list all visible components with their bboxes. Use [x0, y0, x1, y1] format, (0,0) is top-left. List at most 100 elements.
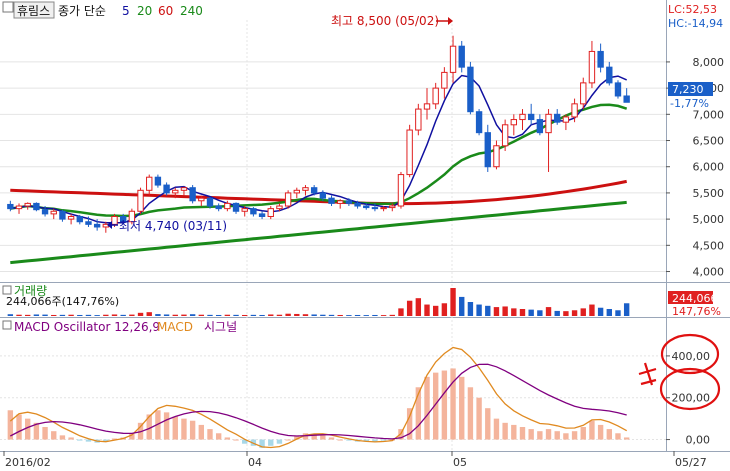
- candle-body: [284, 192, 292, 207]
- candle-body: [24, 202, 31, 207]
- candle-body: [441, 71, 448, 89]
- volume-bar: [163, 314, 170, 316]
- volume-collapse-icon[interactable]: [2, 285, 12, 295]
- candle-body: [397, 174, 405, 207]
- ma-period-60: 60: [158, 4, 173, 18]
- candle-body: [536, 119, 544, 134]
- candle-body: [519, 113, 526, 121]
- stock-name[interactable]: 휴림스: [17, 4, 50, 18]
- candle-body: [224, 202, 231, 210]
- volume-bar: [42, 314, 48, 316]
- volume-current-pct: 147,76%: [672, 305, 721, 318]
- macd-osc-bar: [181, 418, 187, 440]
- x-tick-label: 04: [248, 456, 262, 469]
- candle-body: [345, 200, 353, 204]
- candle-body: [154, 176, 162, 186]
- volume-bar: [7, 314, 14, 316]
- stock-chart[interactable]: 8,0007,5007,0006,5006,0005,5005,0004,500…: [0, 0, 730, 471]
- volume-bar: [189, 314, 196, 316]
- volume-bar: [111, 314, 118, 316]
- macd-osc-bar: [597, 424, 604, 440]
- macd-osc-bar: [51, 431, 57, 440]
- candle-body: [484, 132, 491, 168]
- low-annotation: 최저 4,740 (03/11): [107, 219, 227, 233]
- candle-body: [580, 82, 587, 105]
- volume-bar: [320, 314, 326, 316]
- candle-body: [267, 208, 274, 217]
- volume-bar: [233, 314, 239, 316]
- volume-bar: [623, 303, 630, 316]
- candle-body: [389, 205, 396, 209]
- macd-osc-bar: [198, 424, 205, 440]
- candle-body: [475, 111, 483, 134]
- candle-body: [232, 202, 240, 212]
- macd-osc-bar: [537, 431, 543, 440]
- volume-bar: [380, 315, 387, 316]
- candle-body: [180, 187, 188, 191]
- collapse-toggle-icon[interactable]: [2, 1, 14, 13]
- volume-summary: 244,066주(147,76%): [6, 295, 119, 308]
- candle-body: [293, 189, 300, 194]
- price-tick-label: 5,000: [693, 213, 725, 226]
- macd-osc-bar: [163, 412, 170, 440]
- volume-bar: [25, 314, 31, 316]
- macd-osc-bar: [528, 429, 534, 440]
- volume-bar: [589, 304, 595, 316]
- volume-bar: [467, 302, 474, 316]
- x-tick-label: 2016/02: [5, 456, 51, 469]
- candle-body: [562, 116, 570, 123]
- volume-bar: [406, 300, 413, 316]
- volume-bar: [215, 314, 222, 316]
- lc-value: LC:52,53: [668, 3, 717, 16]
- candle-body: [206, 197, 214, 207]
- price-tick-label: 5,500: [693, 187, 725, 200]
- candle-body: [137, 189, 144, 212]
- volume-bar: [615, 310, 621, 316]
- candle-body: [406, 129, 413, 176]
- volume-bar: [328, 314, 335, 316]
- change-percent: -1,77%: [670, 97, 709, 110]
- ma-period-5: 5: [122, 4, 130, 18]
- candle-body: [310, 187, 318, 194]
- candle-body: [85, 221, 92, 225]
- macd-osc-bar: [16, 414, 22, 440]
- volume-bar: [146, 312, 152, 316]
- candle-body: [276, 205, 283, 210]
- volume-bar: [242, 314, 248, 316]
- macd-osc-bar: [571, 431, 578, 440]
- x-tick-label: 05: [453, 456, 467, 469]
- candle-body: [415, 108, 422, 131]
- volume-bar: [354, 314, 361, 316]
- macd-osc-bar: [276, 439, 283, 444]
- macd-collapse-icon[interactable]: [2, 320, 12, 330]
- volume-bar: [94, 315, 100, 316]
- macd-osc-bar: [59, 435, 66, 440]
- hc-value: HC:-14,94: [668, 17, 723, 30]
- macd-osc-bar: [42, 427, 48, 440]
- volume-bar: [346, 315, 352, 316]
- volume-bar: [155, 314, 161, 316]
- candle-body: [41, 209, 49, 215]
- volume-bar: [224, 314, 231, 316]
- ma-period-20: 20: [137, 4, 152, 18]
- volume-bar: [285, 313, 291, 316]
- candle-body: [337, 200, 344, 204]
- x-tick-label: 05/27: [675, 456, 707, 469]
- volume-bar: [129, 314, 135, 316]
- macd-osc-bar: [207, 429, 213, 440]
- macd-osc-bar: [554, 431, 560, 440]
- price-tick-label: 8,000: [693, 56, 725, 69]
- candle-body: [302, 187, 309, 191]
- volume-bar: [424, 304, 430, 316]
- volume-bar: [337, 314, 343, 316]
- volume-bar: [441, 303, 448, 316]
- macd-osc-bar: [476, 397, 482, 440]
- volume-bar: [68, 314, 74, 316]
- candle-body: [623, 95, 630, 103]
- macd-osc-bar: [320, 435, 326, 440]
- macd-osc-bar: [493, 418, 500, 440]
- macd-osc-bar: [545, 429, 552, 440]
- volume-current-value: 244,066: [672, 292, 718, 305]
- volume-bar: [485, 305, 491, 316]
- candle-body: [50, 210, 57, 215]
